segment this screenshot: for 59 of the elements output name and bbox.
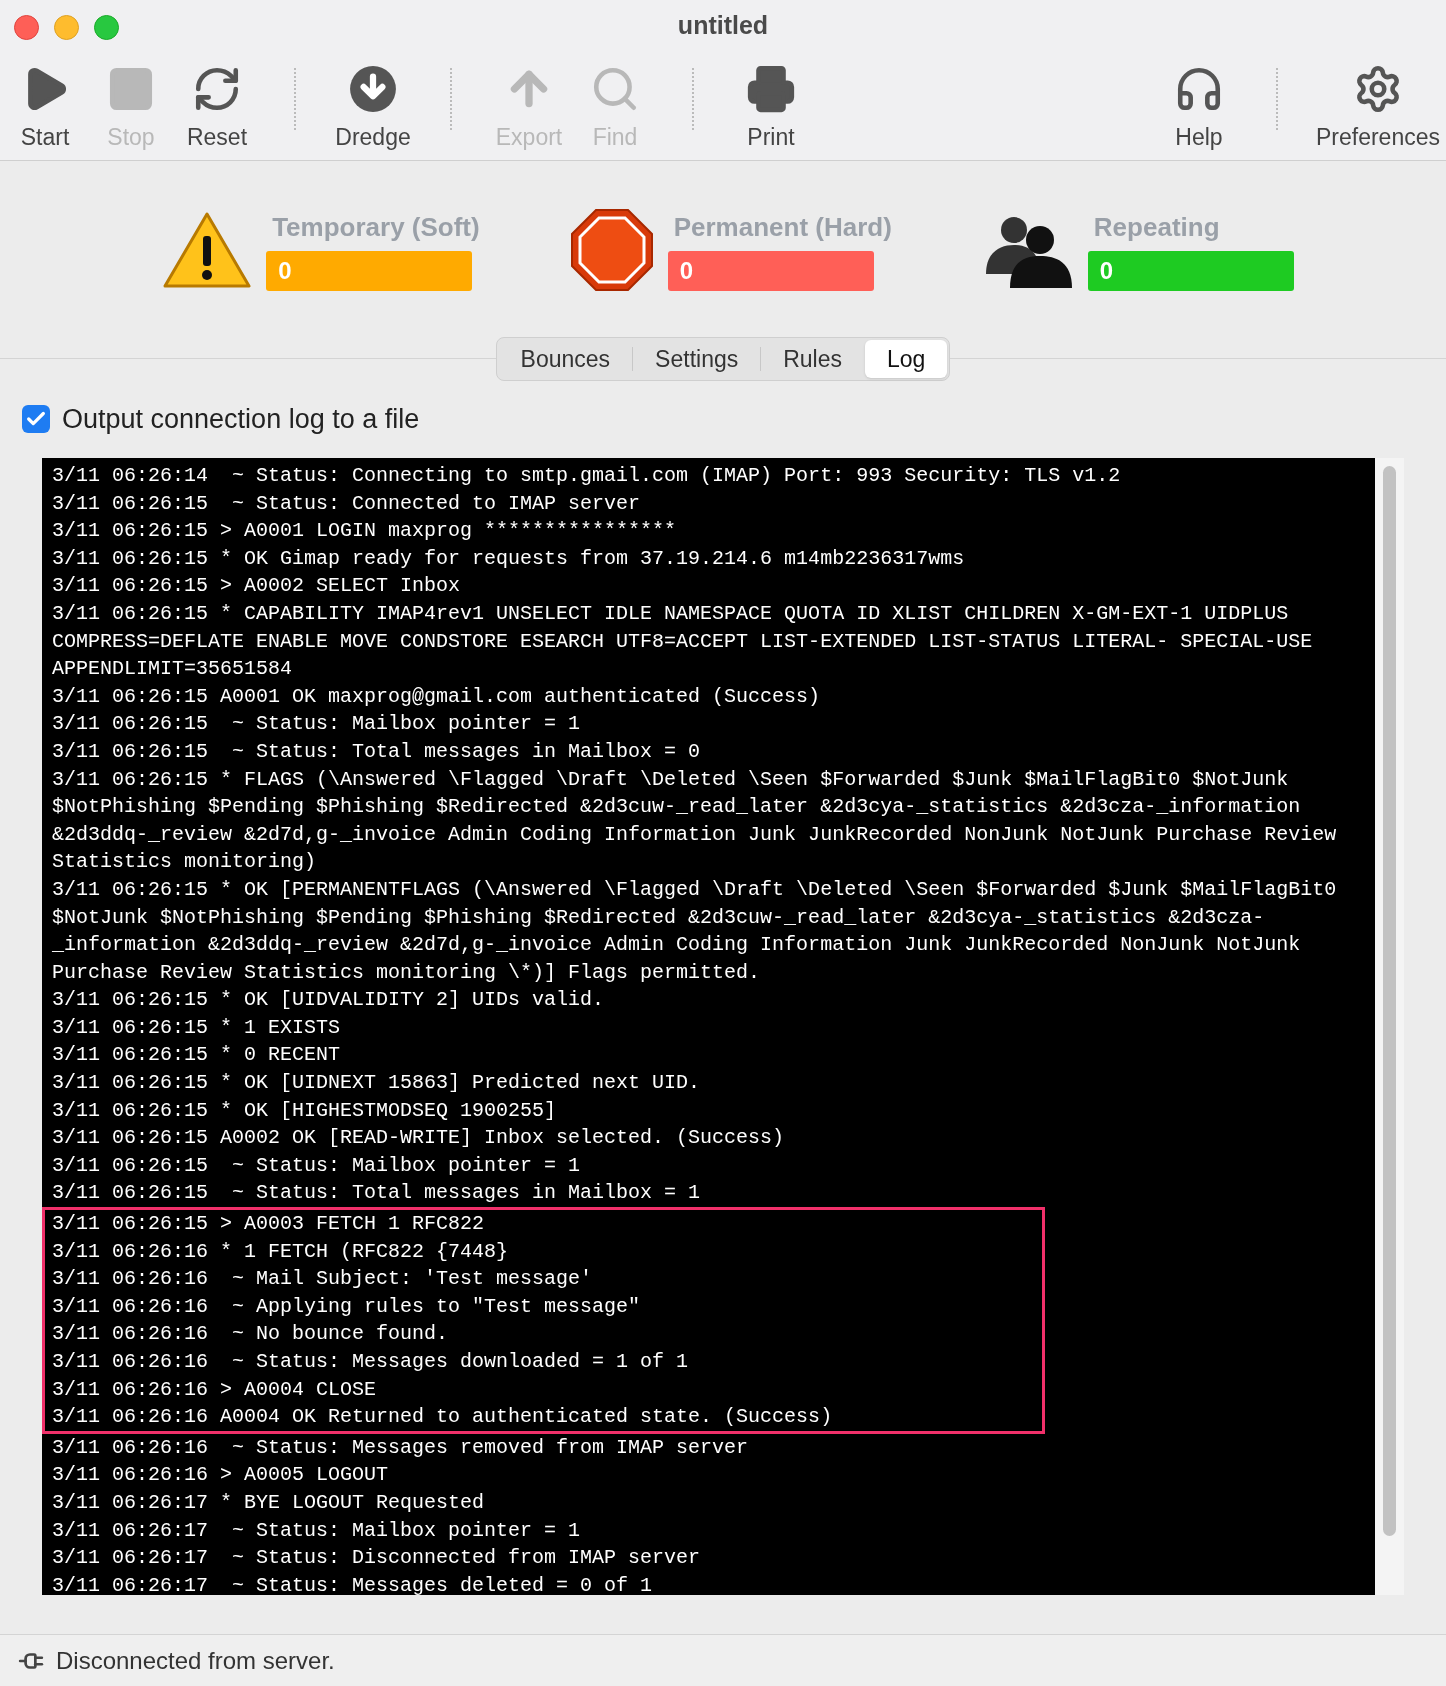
log-line: 3/11 06:26:16 > A0004 CLOSE (42, 1375, 1045, 1404)
log-line: 3/11 06:26:15 * OK [PERMANENTFLAGS (\Answered \Flagged \Draft \Deleted \Seen $Forwarded $Junk $MailFlagBit0 $NotJunk $NotPhishing $Pending $Phishing $Redirected &2d3cuw-_read_later &2d3cya-_statistics &2d3cza-_information &2d3ddq-_review &2d7d,g-_invoice Admin Coding Information Junk JunkRecorded NonJunk NotJunk Purchase Review Statistics monitoring \*)] Flags permitted. (52, 876, 1338, 986)
tab[interactable]: Log (865, 340, 948, 378)
log-line: 3/11 06:26:15 ~ Status: Total messages in Mailbox = 1 (52, 1180, 702, 1207)
log-line: 3/11 06:26:16 ~ Status: Messages removed from IMAP server (52, 1434, 750, 1461)
log-line: 3/11 06:26:15 A0002 OK [READ-WRITE] Inbox selected. (Success) (52, 1125, 786, 1152)
log-line: 3/11 06:26:16 > A0005 LOGOUT (52, 1462, 390, 1489)
log-line: 3/11 06:26:15 * OK Gimap ready for requests from 37.19.214.6 m14mb2236317wms (52, 545, 966, 572)
counter-value: 0 (266, 251, 473, 291)
toolbar-button[interactable]: Help (1156, 64, 1242, 155)
counter-label: Permanent (Hard) (672, 211, 893, 244)
log-line: 3/11 06:26:15 A0001 OK maxprog@gmail.com authenticated (Success) (52, 683, 822, 710)
download-icon (348, 64, 398, 114)
log-line: 3/11 06:26:16 A0004 OK Returned to authenticated state. (Success) (42, 1403, 1045, 1434)
window-title: untitled (677, 10, 769, 42)
log-line: 3/11 06:26:16 ~ Status: Messages downloaded = 1 of 1 (42, 1348, 1045, 1376)
log-line: 3/11 06:26:15 * OK [HIGHESTMODSEQ 1900255] (52, 1097, 558, 1124)
log-line: 3/11 06:26:15 * FLAGS (\Answered \Flagged \Draft \Deleted \Seen $Forwarded $Junk $MailFlagBit0 $NotJunk $NotPhishing $Pending $Phishing $Redirected &2d3cuw-_read_later &2d3cya-_statistics &2d3cza-_information &2d3ddq-_review &2d7d,g-_invoice Admin Coding Information Junk JunkRecorded NonJunk NotJunk Purchase Review Statistics monitoring) (52, 766, 1338, 876)
close-window-button[interactable] (14, 15, 39, 40)
log-line: 3/11 06:26:15 ~ Status: Mailbox pointer = 1 (52, 711, 582, 738)
log-line: 3/11 06:26:17 * BYE LOGOUT Requested (52, 1489, 486, 1516)
status-text: Disconnected from server. (56, 1645, 335, 1676)
printer-icon (746, 64, 796, 114)
toolbar-button[interactable]: Reset (174, 64, 260, 155)
toolbar-button[interactable]: Preferences (1312, 64, 1444, 155)
log-line: 3/11 06:26:15 * OK [UIDNEXT 15863] Predicted next UID. (52, 1070, 702, 1097)
log-line: 3/11 06:26:16 ~ Applying rules to "Test message" (42, 1292, 1045, 1321)
checkbox[interactable] (22, 405, 50, 433)
log-line: 3/11 06:26:14 ~ Status: Connecting to smtp.gmail.com (IMAP) Port: 993 Security: TLS v1.2 (52, 463, 1122, 489)
log-line: 3/11 06:26:16 * 1 FETCH (RFC822 {7448} (42, 1237, 1045, 1266)
tab[interactable]: Settings (633, 340, 761, 378)
counter-label: Repeating (1092, 211, 1221, 244)
tab[interactable]: Bounces (498, 340, 633, 378)
log-line: 3/11 06:26:17 ~ Status: Mailbox pointer = 1 (52, 1517, 582, 1544)
log-line: 3/11 06:26:17 ~ Status: Disconnected from IMAP server (52, 1545, 702, 1572)
log-line: 3/11 06:26:15 * OK [UIDVALIDITY 2] UIDs valid. (52, 987, 606, 1014)
log-line: 3/11 06:26:15 * 0 RECENT (52, 1042, 342, 1069)
log-line: 3/11 06:26:16 ~ No bounce found. (42, 1320, 1045, 1348)
toolbar-button[interactable]: Start (2, 64, 88, 155)
counter-label: Temporary (Soft) (271, 211, 481, 244)
log-line: 3/11 06:26:15 ~ Status: Total messages in Mailbox = 0 (52, 738, 702, 765)
log-line: 3/11 06:26:15 > A0002 SELECT Inbox (52, 573, 462, 600)
log-line: 3/11 06:26:15 ~ Status: Connected to IMAP server (52, 490, 642, 517)
counter-value: 0 (667, 251, 874, 291)
minimize-window-button[interactable] (54, 15, 79, 40)
log-line: 3/11 06:26:15 ~ Status: Mailbox pointer = 1 (52, 1152, 582, 1179)
log-line: 3/11 06:26:17 ~ Status: Messages deleted = 0 of 1 (52, 1572, 654, 1595)
zoom-window-button[interactable] (94, 15, 119, 40)
log-line: 3/11 06:26:15 > A0003 FETCH 1 RFC822 (42, 1207, 1045, 1238)
log-line: 3/11 06:26:15 * 1 EXISTS (52, 1014, 342, 1041)
log-line: 3/11 06:26:15 > A0001 LOGIN maxprog **************** (52, 518, 678, 545)
checkbox-label: Output connection log to a file (62, 402, 420, 436)
log-line: 3/11 06:26:15 * CAPABILITY IMAP4rev1 UNSELECT IDLE NAMESPACE QUOTA ID XLIST CHILDREN X-GM-EXT-1 UIDPLUS COMPRESS=DEFLATE ENABLE MOVE CONDSTORE ESEARCH UTF8=ACCEPT LIST-EXTENDED LIST-STATUS LITERAL- SPECIAL-USE APPENDLIMIT=35651584 (52, 600, 1314, 683)
stop-sign-icon (569, 207, 654, 292)
counter-value: 0 (1087, 251, 1294, 291)
log-line: 3/11 06:26:16 ~ Mail Subject: 'Test message' (42, 1265, 1045, 1293)
toolbar-button[interactable]: Print (728, 64, 814, 155)
tab[interactable]: Rules (761, 340, 865, 378)
toolbar-button[interactable]: Dredge (330, 64, 416, 155)
